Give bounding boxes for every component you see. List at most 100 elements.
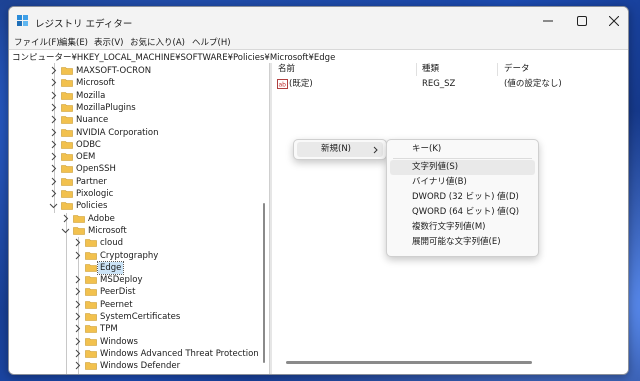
submenu-item[interactable]: キー(K) — [390, 142, 535, 157]
tree-item[interactable]: OpenSSH — [9, 163, 259, 175]
tree-item[interactable]: SystemCertificates — [9, 311, 259, 323]
tree-item-label: ODBC — [76, 139, 101, 150]
chevron-right-icon[interactable] — [73, 337, 82, 346]
tree-item[interactable]: Pixologic — [9, 188, 259, 200]
submenu-item[interactable]: QWORD (64 ビット) 値(Q) — [390, 205, 535, 220]
chevron-right-icon[interactable] — [49, 140, 58, 149]
tree-item-label: Microsoft — [76, 78, 115, 89]
tree-item-label: SystemCertificates — [100, 312, 181, 322]
menu-help[interactable]: ヘルプ(H) — [192, 36, 231, 48]
folder-icon — [61, 153, 73, 161]
tree-item-label: Adobe — [88, 213, 115, 224]
folder-icon — [73, 214, 85, 223]
chevron-right-icon[interactable] — [49, 103, 58, 112]
folder-icon — [61, 190, 73, 198]
folder-icon — [85, 239, 97, 247]
chevron-down-icon[interactable] — [49, 201, 58, 210]
tree-scrollbar[interactable] — [261, 63, 267, 374]
folder-icon — [85, 263, 97, 272]
chevron-right-icon[interactable] — [49, 66, 58, 75]
chevron-right-icon[interactable] — [49, 177, 58, 186]
tree-item[interactable]: Microsoft — [9, 225, 259, 237]
tree-item-label: MAXSOFT-OCRON — [76, 66, 152, 76]
chevron-right-icon[interactable] — [73, 251, 82, 260]
tree-item-label: Pixologic — [76, 189, 114, 199]
address-path[interactable]: コンピューター¥HKEY_LOCAL_MACHINE¥SOFTWARE¥Poli… — [12, 51, 335, 63]
tree-item[interactable]: cloud — [9, 237, 259, 249]
column-header-name[interactable]: 名前 — [272, 63, 417, 76]
chevron-right-icon[interactable] — [73, 238, 82, 247]
tree-item[interactable]: Microsoft — [9, 77, 259, 89]
tree-item[interactable]: MozillaPlugins — [9, 102, 259, 114]
value-type: REG_SZ — [422, 79, 456, 89]
tree-item[interactable]: PeerDist — [9, 286, 259, 298]
chevron-right-icon[interactable] — [73, 324, 82, 333]
tree-item-label: TPM — [100, 324, 118, 335]
folder-icon — [85, 276, 97, 284]
tree-item[interactable]: MSDeploy — [9, 274, 259, 286]
submenu-item[interactable]: 複数行文字列値(M) — [390, 220, 535, 235]
value-data: (値の設定なし) — [504, 79, 562, 89]
tree-item[interactable]: Adobe — [9, 213, 259, 225]
tree-item[interactable]: Windows Advanced Threat Protection — [9, 348, 259, 360]
chevron-right-icon[interactable] — [73, 312, 82, 321]
chevron-right-icon[interactable] — [73, 287, 82, 296]
menu-edit[interactable]: 編集(E) — [59, 36, 88, 48]
tree-scrollbar-thumb[interactable] — [263, 203, 265, 363]
value-row[interactable]: ab (既定) REG_SZ (値の設定なし) — [272, 78, 628, 90]
close-button[interactable] — [594, 7, 628, 35]
tree-item[interactable]: Edge — [9, 260, 259, 275]
chevron-right-icon — [373, 146, 378, 154]
tree-item[interactable]: MAXSOFT-OCRON — [9, 65, 259, 77]
chevron-right-icon[interactable] — [73, 275, 82, 284]
registry-editor-icon — [17, 15, 28, 26]
tree-item[interactable]: Windows — [9, 336, 259, 348]
chevron-right-icon[interactable] — [73, 300, 82, 309]
tree-item-label: MSDeploy — [100, 275, 143, 286]
chevron-right-icon[interactable] — [49, 91, 58, 100]
folder-icon — [73, 227, 85, 235]
tree-item[interactable]: Policies — [9, 200, 259, 212]
folder-icon — [61, 79, 73, 88]
tree-item[interactable]: OEM — [9, 151, 259, 163]
tree-item[interactable]: Partner — [9, 176, 259, 188]
submenu-item[interactable]: DWORD (32 ビット) 値(D) — [390, 190, 535, 205]
submenu-item[interactable]: 展開可能な文字列値(E) — [390, 235, 535, 250]
tree-item[interactable]: ODBC — [9, 139, 259, 151]
chevron-down-icon[interactable] — [61, 226, 70, 235]
column-header-type[interactable]: 種類 — [416, 63, 498, 76]
menu-view[interactable]: 表示(V) — [94, 36, 123, 48]
tree-item[interactable]: Cryptography — [9, 250, 259, 262]
chevron-right-icon[interactable] — [61, 214, 70, 223]
tree-item[interactable]: TPM — [9, 323, 259, 335]
chevron-right-icon[interactable] — [49, 152, 58, 161]
tree-item[interactable]: Peernet — [9, 299, 259, 311]
chevron-right-icon[interactable] — [49, 189, 58, 198]
chevron-right-icon[interactable] — [49, 78, 58, 87]
menu-favorites[interactable]: お気に入り(A) — [130, 36, 185, 48]
tree-item[interactable]: Nuance — [9, 114, 259, 126]
tree-item-label: Mozilla — [76, 90, 106, 101]
list-horizontal-scrollbar[interactable] — [286, 361, 532, 364]
address-bar[interactable]: コンピューター¥HKEY_LOCAL_MACHINE¥SOFTWARE¥Poli… — [9, 49, 628, 64]
tree-item[interactable]: Mozilla — [9, 90, 259, 102]
tree-item-label: Cryptography — [100, 250, 159, 261]
tree-item-label: Partner — [76, 176, 107, 187]
column-header-data[interactable]: データ — [498, 63, 628, 76]
chevron-right-icon[interactable] — [73, 361, 82, 370]
value-name: (既定) — [289, 79, 313, 89]
chevron-right-icon[interactable] — [49, 128, 58, 137]
tree-item[interactable]: Windows Defender — [9, 360, 259, 372]
chevron-right-icon[interactable] — [73, 349, 82, 358]
chevron-right-icon[interactable] — [49, 164, 58, 173]
tree-item-label: PeerDist — [100, 287, 136, 298]
title-bar[interactable]: レジストリ エディター — [9, 7, 628, 35]
tree-item[interactable]: NVIDIA Corporation — [9, 127, 259, 139]
context-menu-new[interactable]: 新規(N) — [297, 142, 383, 157]
submenu-item[interactable]: 文字列値(S) — [390, 160, 535, 175]
chevron-right-icon[interactable] — [49, 115, 58, 124]
menu-file[interactable]: ファイル(F) — [14, 36, 60, 48]
folder-icon — [85, 300, 97, 309]
tree-item-label: Policies — [76, 201, 108, 212]
submenu-item[interactable]: バイナリ値(B) — [390, 175, 535, 190]
